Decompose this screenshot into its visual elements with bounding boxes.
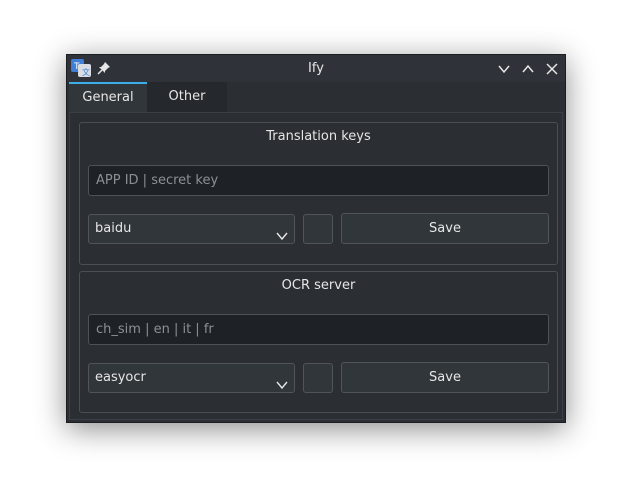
chevron-up-icon[interactable]: [521, 61, 535, 75]
chevron-down-icon: [276, 373, 288, 390]
ocr-color-button[interactable]: [303, 363, 333, 393]
tab-page-general: Translation keys APP ID | secret key bai…: [69, 112, 563, 420]
ocr-engine-value: easyocr: [95, 370, 146, 385]
app-id-secret-key-input[interactable]: APP ID | secret key: [88, 165, 549, 196]
chevron-down-icon: [276, 224, 288, 241]
translation-color-button[interactable]: [303, 214, 333, 244]
ocr-save-button[interactable]: Save: [341, 362, 549, 393]
svg-text:T: T: [73, 62, 80, 72]
tab-bar: General Other: [69, 82, 565, 112]
title-bar[interactable]: Ify T 文: [67, 55, 565, 82]
translation-save-button[interactable]: Save: [341, 213, 549, 244]
close-icon[interactable]: [545, 61, 559, 75]
translation-engine-value: baidu: [95, 221, 132, 236]
ocr-server-title: OCR server: [281, 278, 356, 293]
tab-other[interactable]: Other: [147, 82, 227, 112]
chevron-down-icon[interactable]: [497, 61, 511, 75]
translate-app-icon: T 文: [71, 59, 91, 77]
tab-general[interactable]: General: [69, 82, 147, 112]
ocr-server-group: OCR server ch_sim | en | it | fr easyocr…: [79, 271, 558, 413]
translation-keys-group: Translation keys APP ID | secret key bai…: [79, 122, 558, 265]
window-title: Ify: [308, 61, 324, 76]
pin-icon[interactable]: [97, 60, 111, 75]
app-window: Ify T 文 General Other Translation keys A…: [66, 54, 566, 423]
ocr-languages-input[interactable]: ch_sim | en | it | fr: [88, 314, 549, 345]
translation-keys-title: Translation keys: [266, 129, 371, 144]
svg-text:文: 文: [82, 67, 90, 77]
translation-engine-select[interactable]: baidu: [88, 214, 295, 244]
ocr-engine-select[interactable]: easyocr: [88, 363, 295, 393]
